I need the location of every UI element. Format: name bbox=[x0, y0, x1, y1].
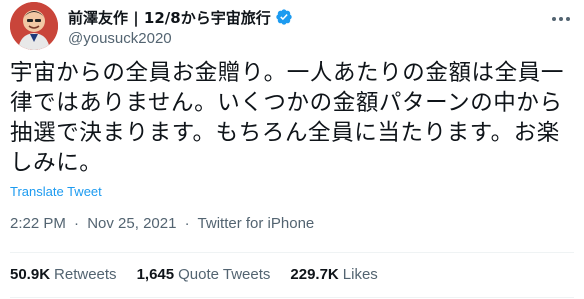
tweet-time[interactable]: 2:22 PM bbox=[10, 215, 66, 232]
likes-label: Likes bbox=[342, 266, 378, 283]
verified-badge-icon bbox=[275, 8, 293, 26]
author-name-row[interactable]: 前澤友作 | 12/8から宇宙旅行 bbox=[68, 6, 293, 28]
author-handle[interactable]: @yousuck2020 bbox=[68, 30, 172, 47]
divider bbox=[10, 252, 574, 253]
tweet-metadata: 2:22 PM · Nov 25, 2021 · Twitter for iPh… bbox=[10, 215, 314, 232]
divider bbox=[10, 297, 574, 298]
retweets-stat[interactable]: 50.9K Retweets bbox=[10, 266, 117, 283]
tweet-date[interactable]: Nov 25, 2021 bbox=[87, 215, 176, 232]
tweet-text: 宇宙からの全員お金贈り。一人あたりの金額は全員一律ではありません。いくつかの金額… bbox=[10, 60, 564, 176]
retweets-count: 50.9K bbox=[10, 266, 51, 283]
avatar[interactable] bbox=[10, 2, 58, 50]
avatar-image bbox=[10, 2, 58, 50]
retweets-label: Retweets bbox=[54, 266, 117, 283]
engagement-stats: 50.9K Retweets 1,645 Quote Tweets 229.7K Li… bbox=[10, 266, 378, 283]
quote-tweets-count: 1,645 bbox=[136, 266, 175, 283]
quote-tweets-stat[interactable]: 1,645 Quote Tweets bbox=[137, 266, 271, 283]
separator-dot: · bbox=[184, 215, 190, 232]
separator-dot: · bbox=[74, 215, 80, 232]
translate-tweet-link[interactable]: Translate Tweet bbox=[10, 184, 102, 199]
tweet-card: 前澤友作 | 12/8から宇宙旅行 @yousuck2020 宇宙からの全員お金… bbox=[0, 0, 584, 299]
likes-count: 229.7K bbox=[290, 266, 339, 283]
tweet-source[interactable]: Twitter for iPhone bbox=[198, 215, 315, 232]
more-options-icon[interactable] bbox=[550, 10, 572, 28]
likes-stat[interactable]: 229.7K Likes bbox=[290, 266, 377, 283]
display-name[interactable]: 前澤友作 | 12/8から宇宙旅行 bbox=[68, 7, 271, 28]
quote-tweets-label: Quote Tweets bbox=[178, 266, 271, 283]
